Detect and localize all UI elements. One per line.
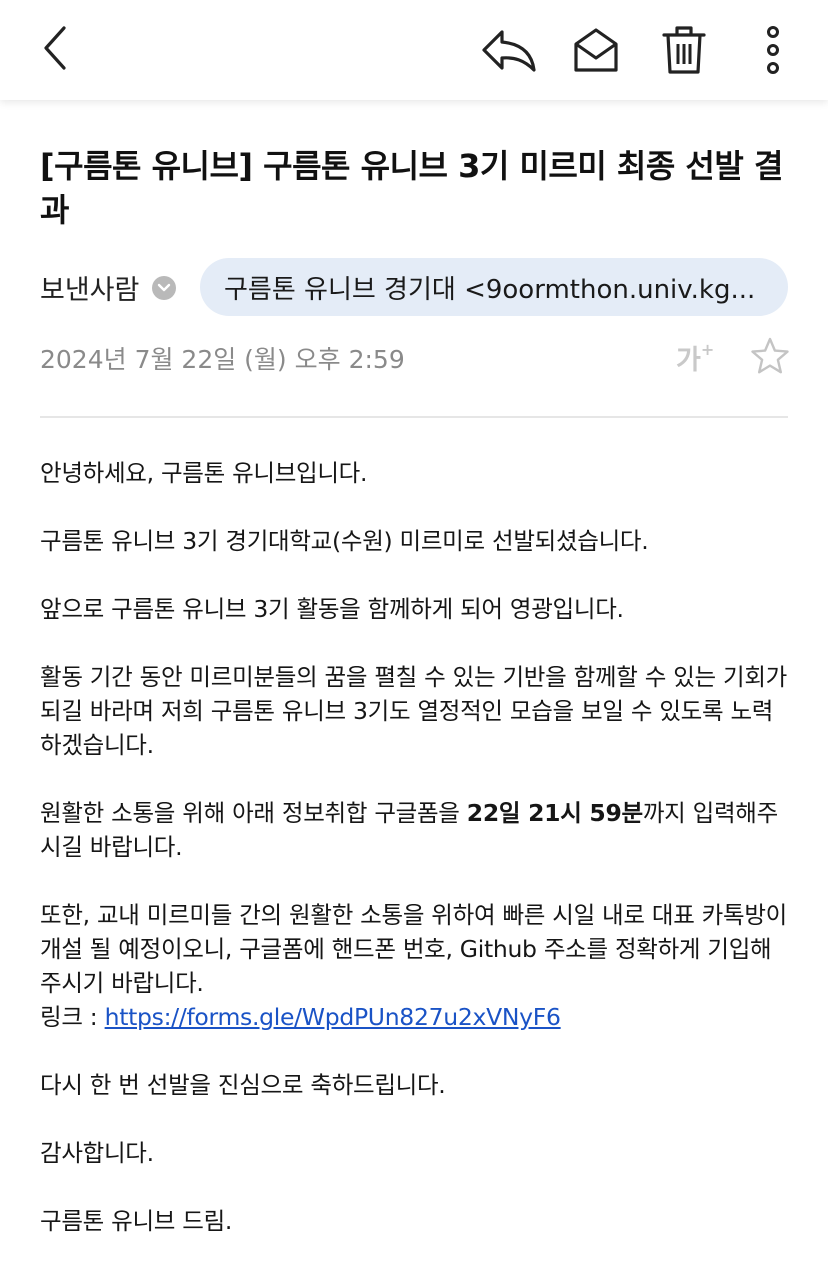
body-greeting: 안녕하세요, 구름톤 유니브입니다. xyxy=(40,459,368,487)
body-form-request: 원활한 소통을 위해 아래 정보취합 구글폼을 22일 21시 59분까지 입력… xyxy=(40,796,790,864)
top-toolbar xyxy=(0,0,828,100)
reply-button[interactable] xyxy=(478,24,540,76)
chevron-left-icon xyxy=(44,26,66,70)
mark-unread-button[interactable] xyxy=(570,24,622,76)
body-thanks: 감사합니다. xyxy=(40,1139,154,1167)
more-options-button[interactable] xyxy=(750,24,796,76)
sender-address: 구름톤 유니브 경기대 <9oormthon.univ.kg... xyxy=(224,274,756,305)
star-button[interactable] xyxy=(750,336,790,376)
sender-chip[interactable]: 구름톤 유니브 경기대 <9oormthon.univ.kg... xyxy=(200,258,788,316)
form-text-pre: 원활한 소통을 위해 아래 정보취합 구글폼을 xyxy=(40,799,467,827)
star-icon xyxy=(751,337,789,374)
body-signature: 구름톤 유니브 드림. xyxy=(40,1207,233,1235)
form-link[interactable]: https://forms.gle/WpdPUn827u2xVNyF6 xyxy=(105,1003,561,1031)
reply-icon xyxy=(482,30,536,72)
email-subject: [구름톤 유니브] 구름톤 유니브 3기 미르미 최종 선발 결과 xyxy=(40,147,783,229)
link-label: 링크 : xyxy=(40,1003,105,1031)
body-kakao: 또한, 교내 미르미들 간의 원활한 소통을 위하여 빠른 시일 내로 대표 카… xyxy=(40,901,787,997)
open-envelope-icon xyxy=(574,28,618,72)
font-size-button[interactable]: 가+ xyxy=(676,338,714,377)
form-deadline: 22일 21시 59분 xyxy=(466,799,643,827)
back-button[interactable] xyxy=(30,22,82,74)
email-body: 안녕하세요, 구름톤 유니브입니다. 구름톤 유니브 3기 경기대학교(수원) … xyxy=(40,456,790,1272)
body-congrats: 다시 한 번 선발을 진심으로 축하드립니다. xyxy=(40,1071,446,1099)
sender-details-toggle[interactable] xyxy=(152,276,176,300)
body-honor: 앞으로 구름톤 유니브 3기 활동을 함께하게 되어 영광입니다. xyxy=(40,595,624,623)
font-size-plus: + xyxy=(700,340,715,359)
body-wish: 활동 기간 동안 미르미분들의 꿈을 펼칠 수 있는 기반을 함께할 수 있는 … xyxy=(40,663,787,759)
body-selection: 구름톤 유니브 3기 경기대학교(수원) 미르미로 선발되셨습니다. xyxy=(40,527,649,555)
email-date: 2024년 7월 22일 (월) 오후 2:59 xyxy=(40,345,405,374)
chevron-down-icon xyxy=(157,283,171,292)
sender-label: 보낸사람 xyxy=(40,275,140,306)
header-divider xyxy=(40,416,788,418)
more-vertical-icon xyxy=(767,26,779,74)
trash-icon xyxy=(662,26,706,74)
body-link: 링크 : https://forms.gle/WpdPUn827u2xVNyF6 xyxy=(40,1000,790,1034)
delete-button[interactable] xyxy=(658,22,710,78)
font-size-label: 가 xyxy=(676,345,701,376)
